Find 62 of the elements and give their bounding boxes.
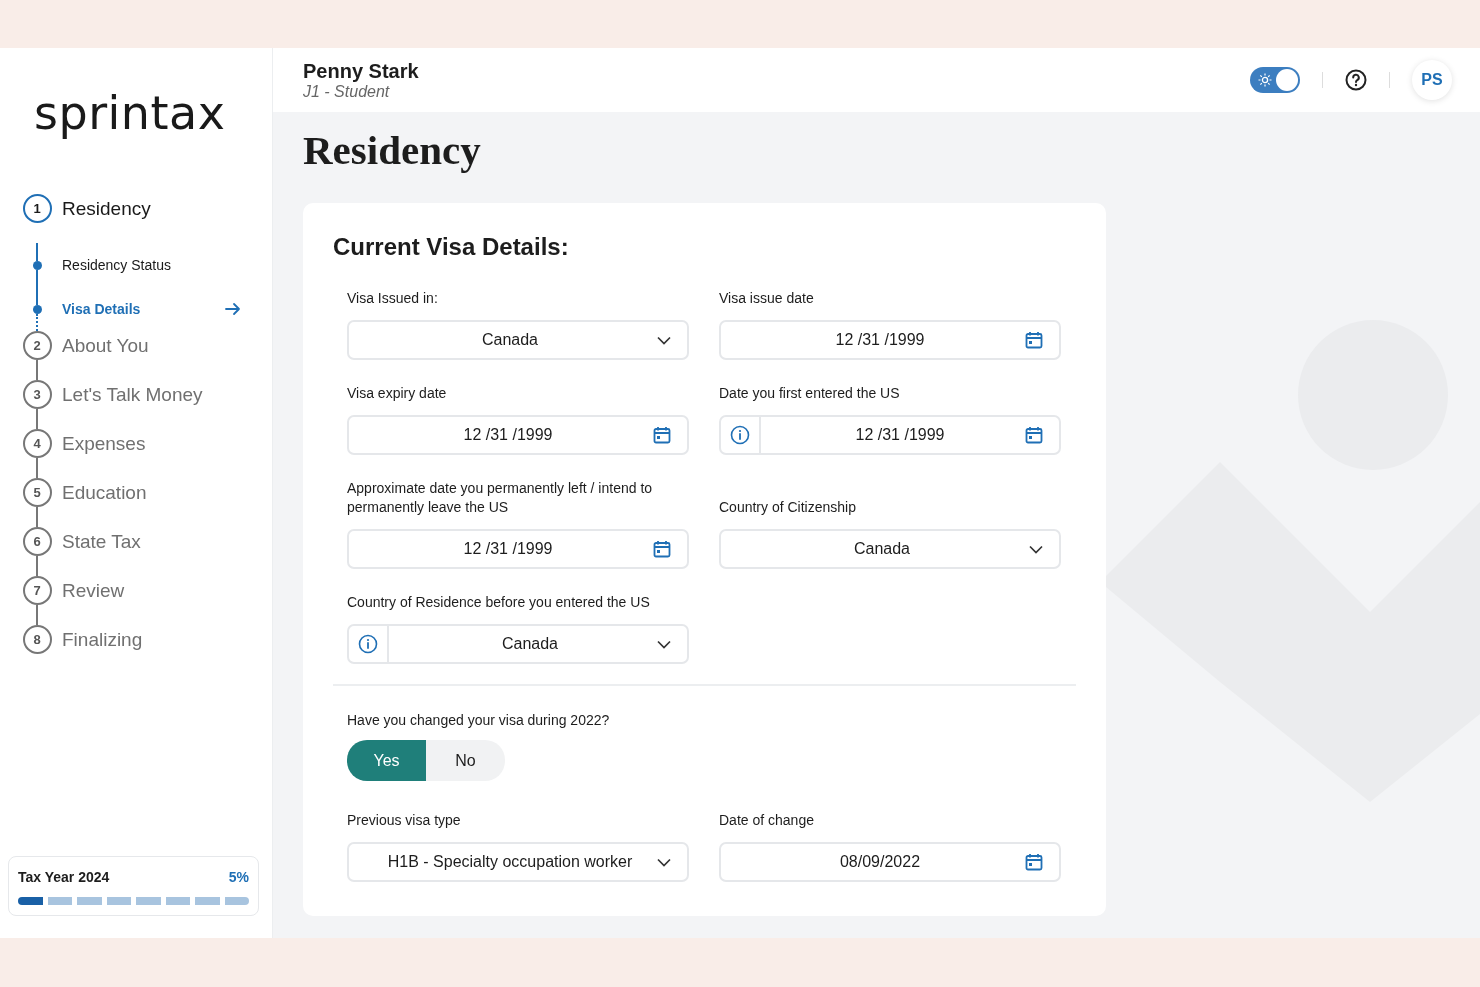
chevron-down-icon — [657, 857, 671, 867]
select-field[interactable]: Canada — [347, 624, 689, 664]
chevron-down-icon — [657, 335, 671, 345]
step-item[interactable]: Expenses — [62, 429, 146, 458]
question-label: Have you changed your visa during 2022? — [346, 712, 611, 728]
field-label: Visa issue date — [719, 289, 815, 308]
field-label: Country of Residence before you entered the US — [347, 593, 651, 612]
step-item[interactable]: Review — [62, 576, 125, 605]
step-number: 5 — [22, 478, 52, 507]
calendar-icon — [653, 426, 671, 444]
step-item[interactable]: Let's Talk Money — [62, 380, 203, 409]
date-field[interactable]: 12 /31 /1999 — [347, 415, 689, 455]
info-icon[interactable] — [730, 425, 750, 445]
step-number: 8 — [22, 625, 52, 654]
calendar-icon — [1025, 426, 1043, 444]
field-label: Approximate date you permanently left / intend to permanently leave the US — [347, 479, 654, 517]
field-label: Date of change — [719, 811, 815, 830]
arrow-right-icon — [225, 302, 241, 316]
logo: sprintax — [34, 86, 226, 140]
field-label: Date you first entered the US — [719, 384, 901, 403]
substep-item[interactable]: Residency Status — [62, 257, 259, 273]
page-title: Residency — [303, 126, 482, 174]
step-item[interactable]: Education — [62, 478, 147, 507]
tax-year-label: Tax Year 2024 — [18, 869, 110, 885]
date-field[interactable]: 12 /31 /1999 — [719, 415, 1061, 455]
user-name: Penny Stark — [303, 59, 419, 83]
calendar-icon — [1025, 331, 1043, 349]
step-number: 3 — [22, 380, 52, 409]
calendar-icon — [1025, 853, 1043, 871]
card-title: Current Visa Details: — [333, 233, 570, 261]
choice-button[interactable]: No — [426, 740, 505, 781]
field-label: Visa expiry date — [347, 384, 448, 403]
select-field[interactable]: H1B - Specialty occupation worker — [347, 842, 689, 882]
step-number: 2 — [22, 331, 52, 360]
step-number: 1 — [22, 194, 52, 223]
user-avatar[interactable]: PS — [1412, 60, 1452, 100]
step-number: 4 — [22, 429, 52, 458]
field-label: Country of Citizenship — [719, 498, 857, 517]
select-field[interactable]: Canada — [347, 320, 689, 360]
step-item[interactable]: Finalizing — [62, 625, 143, 654]
chevron-down-icon — [657, 639, 671, 649]
step-number: 7 — [22, 576, 52, 605]
theme-toggle[interactable] — [1250, 67, 1300, 93]
progress-reading: 5% — [228, 869, 249, 885]
step-item[interactable]: About You — [62, 331, 149, 360]
sun-icon — [1258, 73, 1272, 87]
calendar-icon — [653, 540, 671, 558]
date-field[interactable]: 12 /31 /1999 — [347, 529, 689, 569]
help-icon[interactable] — [1345, 69, 1367, 91]
step-item[interactable]: State Tax — [62, 527, 141, 556]
date-field[interactable]: 08/09/2022 — [719, 842, 1061, 882]
select-field[interactable]: Canada — [719, 529, 1061, 569]
chevron-down-icon — [1029, 544, 1043, 554]
substep-item[interactable]: Visa Details — [62, 301, 225, 317]
step-number: 6 — [22, 527, 52, 556]
step-item[interactable]: Residency — [62, 194, 151, 223]
user-role: J1 - Student — [303, 82, 391, 101]
info-icon[interactable] — [358, 634, 378, 654]
date-field[interactable]: 12 /31 /1999 — [719, 320, 1061, 360]
field-label: Visa Issued in: — [347, 289, 439, 308]
choice-button[interactable]: Yes — [347, 740, 426, 781]
field-label: Previous visa type — [347, 811, 462, 830]
